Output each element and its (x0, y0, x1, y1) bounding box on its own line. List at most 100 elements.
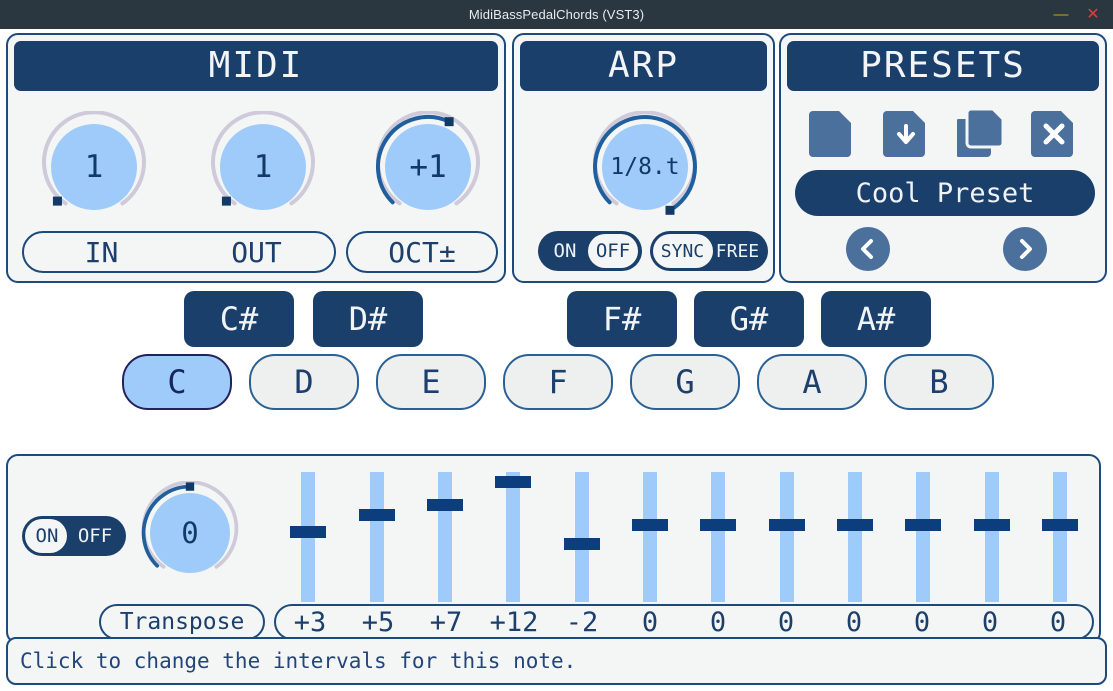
slider-track (369, 472, 384, 602)
white-key-g[interactable]: G (630, 354, 740, 410)
arp-power-toggle[interactable]: ON OFF (538, 231, 642, 271)
arp-panel: ARP 1/8.t ON OFF SYNC FREE (512, 33, 775, 283)
black-key-f-sharp[interactable]: F# (567, 291, 677, 347)
interval-slider-12[interactable] (1041, 472, 1078, 602)
arp-sync-option-free[interactable]: FREE (711, 231, 764, 271)
interval-value-1: +3 (293, 606, 327, 638)
midi-octave-knob[interactable]: +1 (372, 111, 484, 223)
status-message: Click to change the intervals for this n… (20, 649, 577, 673)
chevron-right-icon (1020, 239, 1032, 259)
slider-handle[interactable] (973, 519, 1010, 532)
interval-value-9: 0 (845, 606, 863, 638)
minimize-button[interactable]: — (1047, 0, 1075, 29)
interval-slider-9[interactable] (836, 472, 873, 602)
arp-sync-toggle[interactable]: SYNC FREE (650, 231, 768, 271)
white-key-f[interactable]: F (503, 354, 613, 410)
slider-handle[interactable] (768, 519, 805, 532)
new-preset-icon[interactable] (809, 107, 855, 157)
key-label: G# (729, 300, 769, 338)
black-key-g-sharp[interactable]: G# (694, 291, 804, 347)
arp-rate-value: 1/8.t (602, 124, 688, 210)
interval-values-box: +3 +5 +7 +12 -2 0 0 0 0 0 0 0 (274, 604, 1094, 640)
window-controls: — ✕ (1047, 0, 1107, 29)
slider-handle[interactable] (631, 519, 668, 532)
white-key-b[interactable]: B (884, 354, 994, 410)
interval-slider-5[interactable] (563, 472, 600, 602)
midi-panel-header: MIDI (14, 41, 498, 91)
slider-handle[interactable] (358, 508, 395, 521)
chord-power-toggle[interactable]: ON OFF (22, 516, 126, 556)
transpose-label: Transpose (119, 609, 245, 635)
black-key-c-sharp[interactable]: C# (184, 291, 294, 347)
slider-track (574, 472, 589, 602)
interval-sliders (274, 462, 1094, 602)
presets-panel-header: PRESETS (787, 41, 1099, 91)
midi-in-knob[interactable]: 1 (38, 111, 150, 223)
black-key-a-sharp[interactable]: A# (821, 291, 931, 347)
slider-handle[interactable] (290, 526, 327, 539)
slider-handle[interactable] (700, 519, 737, 532)
window-title-bar: MidiBassPedalChords (VST3) — ✕ (0, 0, 1113, 29)
close-button[interactable]: ✕ (1079, 0, 1107, 29)
slider-track (437, 472, 452, 602)
transpose-knob-value: 0 (150, 493, 230, 573)
white-key-a[interactable]: A (757, 354, 867, 410)
arp-panel-header: ARP (520, 41, 767, 91)
slider-handle[interactable] (426, 499, 463, 512)
interval-slider-6[interactable] (631, 472, 668, 602)
plugin-surface: MIDI 1 1 +1 IN OUT OCT± ARP 1/8.t ON OFF… (0, 29, 1113, 691)
midi-in-label: IN (84, 235, 119, 269)
preset-name-display[interactable]: Cool Preset (795, 170, 1095, 216)
transpose-knob[interactable]: 0 (138, 481, 242, 585)
interval-slider-1[interactable] (290, 472, 327, 602)
intervals-panel: ON OFF 0 Transpose +3 +5 +7 +12 -2 0 0 0 0 0 0 0 (6, 454, 1101, 644)
key-label: D (294, 363, 314, 401)
slider-handle[interactable] (495, 475, 532, 488)
transpose-label-box: Transpose (99, 604, 265, 640)
preset-prev-button[interactable] (846, 227, 890, 271)
note-keyboard: C# D# F# G# A# C D E F G A B (6, 291, 1101, 449)
slider-track (642, 472, 657, 602)
preset-next-button[interactable] (1003, 227, 1047, 271)
copy-preset-icon[interactable] (957, 107, 1005, 157)
interval-slider-2[interactable] (358, 472, 395, 602)
preset-actions (795, 107, 1091, 157)
slider-handle[interactable] (563, 538, 600, 551)
midi-out-knob[interactable]: 1 (207, 111, 319, 223)
arp-rate-knob[interactable]: 1/8.t (589, 111, 701, 223)
interval-slider-11[interactable] (973, 472, 1010, 602)
key-label: F (548, 363, 568, 401)
midi-octave-label-box: OCT± (346, 231, 498, 273)
interval-slider-4[interactable] (495, 472, 532, 602)
slider-handle[interactable] (905, 519, 942, 532)
midi-panel: MIDI 1 1 +1 IN OUT OCT± (6, 33, 506, 283)
arp-sync-option-sync[interactable]: SYNC (654, 231, 711, 271)
slider-track (711, 472, 726, 602)
slider-track (779, 472, 794, 602)
interval-slider-8[interactable] (768, 472, 805, 602)
arp-power-option-off[interactable]: OFF (588, 231, 638, 271)
white-key-c[interactable]: C (122, 354, 232, 410)
delete-preset-icon[interactable] (1031, 107, 1077, 157)
chevron-left-icon (861, 239, 873, 259)
white-key-e[interactable]: E (376, 354, 486, 410)
key-label: G (675, 363, 695, 401)
interval-slider-7[interactable] (700, 472, 737, 602)
interval-value-5: -2 (565, 606, 599, 638)
presets-panel-title: PRESETS (860, 45, 1026, 86)
slider-track (1052, 472, 1067, 602)
midi-octave-knob-value: +1 (385, 124, 471, 210)
key-label: F# (602, 300, 642, 338)
black-key-d-sharp[interactable]: D# (313, 291, 423, 347)
interval-slider-10[interactable] (905, 472, 942, 602)
interval-slider-3[interactable] (426, 472, 463, 602)
save-preset-icon[interactable] (883, 107, 929, 157)
white-key-d[interactable]: D (249, 354, 359, 410)
interval-value-12: 0 (1049, 606, 1067, 638)
interval-value-3: +7 (429, 606, 463, 638)
chord-power-option-off[interactable]: OFF (68, 516, 122, 556)
arp-power-option-on[interactable]: ON (542, 231, 588, 271)
slider-handle[interactable] (1041, 519, 1078, 532)
chord-power-option-on[interactable]: ON (26, 516, 68, 556)
slider-handle[interactable] (836, 519, 873, 532)
